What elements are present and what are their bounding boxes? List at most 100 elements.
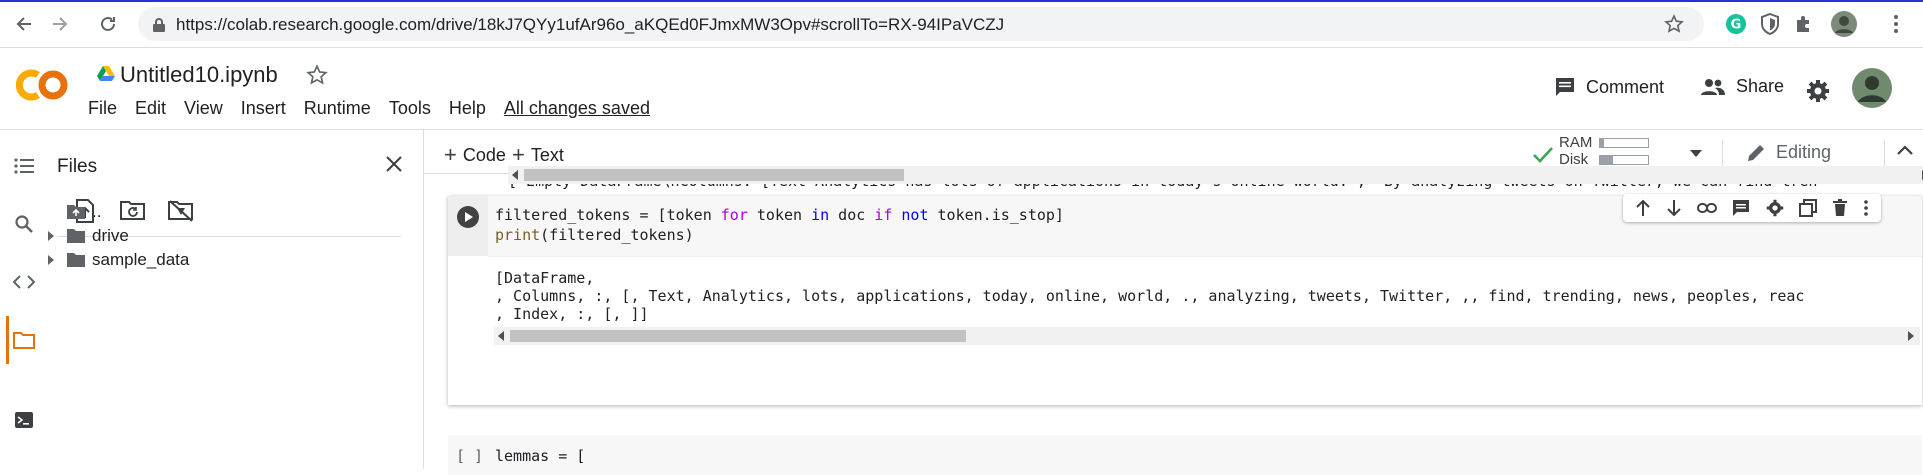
address-bar[interactable]: https://colab.research.google.com/drive/… bbox=[138, 7, 1704, 41]
svg-text:G: G bbox=[1731, 18, 1742, 33]
tree-item-parent[interactable]: .. bbox=[66, 202, 101, 222]
terminal-icon[interactable] bbox=[10, 406, 38, 434]
back-button[interactable] bbox=[10, 10, 38, 38]
scroll-left-arrow[interactable] bbox=[498, 331, 504, 341]
cell-gutter bbox=[448, 196, 488, 256]
share-button[interactable]: Share bbox=[1700, 76, 1784, 97]
code-line-1: filtered_tokens = [token for token in do… bbox=[495, 206, 1064, 224]
code-snippets-icon[interactable] bbox=[10, 268, 38, 296]
ram-usage-bar bbox=[1599, 137, 1649, 148]
reload-icon bbox=[101, 16, 115, 31]
pencil-icon bbox=[1748, 144, 1764, 161]
settings-gear-icon[interactable] bbox=[1806, 79, 1830, 103]
extensions-puzzle-icon[interactable] bbox=[1792, 12, 1816, 36]
close-icon[interactable] bbox=[380, 150, 408, 178]
code-cell[interactable]: filtered_tokens = [token for token in do… bbox=[448, 196, 1922, 405]
menu-file[interactable]: File bbox=[88, 98, 117, 119]
expand-caret-icon[interactable] bbox=[48, 255, 54, 265]
toolbar-divider bbox=[1722, 140, 1723, 166]
scrollbar-thumb[interactable] bbox=[524, 169, 904, 181]
delete-cell-icon[interactable] bbox=[1832, 199, 1848, 217]
cell-actions-toolbar bbox=[1623, 194, 1881, 222]
add-text-cell-button[interactable]: + Text bbox=[512, 142, 564, 168]
scroll-right-arrow[interactable] bbox=[1908, 331, 1914, 341]
table-of-contents-icon[interactable] bbox=[10, 152, 38, 180]
browser-toolbar: https://colab.research.google.com/drive/… bbox=[0, 0, 1923, 48]
output-line: [DataFrame, bbox=[495, 269, 595, 287]
comment-button[interactable]: Comment bbox=[1554, 76, 1664, 98]
drive-off-icon bbox=[168, 200, 193, 222]
star-notebook-icon[interactable] bbox=[306, 64, 328, 86]
more-options-icon[interactable] bbox=[1863, 199, 1869, 217]
add-comment-icon[interactable] bbox=[1732, 199, 1750, 217]
refresh-folder-icon bbox=[120, 201, 145, 220]
user-avatar[interactable] bbox=[1852, 68, 1892, 108]
next-code-cell[interactable]: [ ] lemmas = [ bbox=[448, 435, 1922, 475]
plus-icon: + bbox=[512, 142, 525, 167]
toolbar-divider bbox=[1884, 140, 1885, 166]
expand-caret-icon[interactable] bbox=[48, 231, 54, 241]
cell-settings-icon[interactable] bbox=[1766, 199, 1784, 217]
output-line: , Columns, :, [, Text, Analytics, lots, … bbox=[495, 287, 1805, 305]
menu-help[interactable]: Help bbox=[449, 98, 486, 119]
move-cell-down-icon[interactable] bbox=[1666, 199, 1682, 217]
unmount-drive-button[interactable] bbox=[166, 196, 196, 226]
notebook-title[interactable]: Untitled10.ipynb bbox=[120, 62, 278, 88]
output-scrollbar[interactable] bbox=[494, 327, 1920, 345]
scrollbar-thumb[interactable] bbox=[510, 330, 966, 342]
chevron-up-icon[interactable] bbox=[1896, 144, 1914, 156]
scroll-left-arrow[interactable] bbox=[512, 170, 518, 180]
search-icon[interactable] bbox=[10, 210, 38, 238]
lock-icon bbox=[153, 18, 165, 32]
grammarly-extension-icon[interactable]: G bbox=[1724, 12, 1748, 36]
back-arrow-icon bbox=[16, 17, 31, 31]
tree-item-sample-data[interactable]: sample_data bbox=[48, 250, 189, 270]
colab-header: Untitled10.ipynb File Edit View Insert R… bbox=[0, 48, 1923, 130]
code-line-2: print(filtered_tokens) bbox=[495, 226, 694, 244]
browser-menu-icon[interactable] bbox=[1884, 12, 1908, 36]
share-label: Share bbox=[1736, 76, 1785, 96]
disk-usage-fill bbox=[1600, 155, 1613, 164]
menu-insert[interactable]: Insert bbox=[241, 98, 286, 119]
ram-disk-meter[interactable]: RAM Disk bbox=[1559, 134, 1649, 168]
menu-tools[interactable]: Tools bbox=[389, 98, 431, 119]
move-cell-up-icon[interactable] bbox=[1635, 199, 1651, 217]
refresh-folder-button[interactable] bbox=[118, 196, 148, 226]
comment-label: Comment bbox=[1586, 76, 1665, 97]
folder-icon bbox=[67, 253, 85, 267]
run-cell-button[interactable] bbox=[457, 206, 479, 228]
comment-icon bbox=[1556, 78, 1574, 96]
code-token: (filtered_tokens) bbox=[540, 226, 694, 244]
tree-item-drive[interactable]: drive bbox=[48, 226, 129, 246]
editing-mode-button[interactable]: Editing bbox=[1746, 142, 1831, 163]
code-token: doc bbox=[829, 206, 875, 224]
colab-logo-icon[interactable] bbox=[16, 68, 70, 102]
bookmark-star-icon[interactable] bbox=[1664, 14, 1684, 34]
link-icon[interactable] bbox=[1697, 202, 1718, 214]
files-panel: Files .. drive sample_data bbox=[48, 130, 424, 469]
code-token: token bbox=[747, 206, 812, 224]
plus-icon: + bbox=[444, 142, 457, 167]
active-panel-indicator bbox=[6, 316, 9, 364]
previous-output-scrollbar[interactable] bbox=[508, 166, 1923, 184]
add-code-cell-button[interactable]: + Code bbox=[444, 142, 506, 168]
menu-bar: File Edit View Insert Runtime Tools Help… bbox=[88, 98, 668, 119]
play-icon bbox=[465, 212, 473, 222]
save-status-link[interactable]: All changes saved bbox=[504, 98, 650, 119]
menu-view[interactable]: View bbox=[184, 98, 223, 119]
files-panel-title: Files bbox=[57, 156, 98, 177]
forward-arrow-icon bbox=[53, 17, 68, 31]
code-token: filtered_tokens = [token bbox=[495, 206, 721, 224]
reload-button[interactable] bbox=[94, 10, 122, 38]
files-folder-icon[interactable] bbox=[10, 326, 38, 354]
menu-edit[interactable]: Edit bbox=[135, 98, 166, 119]
code-line: lemmas = [ bbox=[495, 447, 586, 465]
menu-runtime[interactable]: Runtime bbox=[304, 98, 371, 119]
profile-avatar[interactable] bbox=[1830, 10, 1858, 38]
tree-item-label: drive bbox=[92, 226, 129, 245]
shield-extension-icon[interactable] bbox=[1758, 12, 1782, 36]
tree-item-label: sample_data bbox=[92, 250, 190, 269]
forward-button[interactable] bbox=[46, 10, 74, 38]
runtime-dropdown-icon[interactable] bbox=[1690, 150, 1702, 158]
mirror-cell-icon[interactable] bbox=[1798, 199, 1817, 217]
